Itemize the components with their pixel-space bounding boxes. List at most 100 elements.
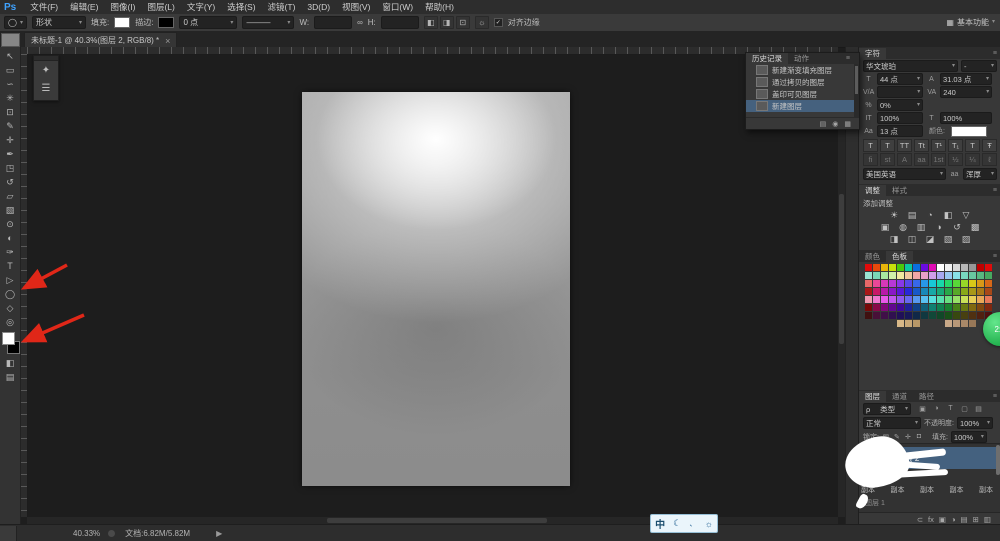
color-swatch[interactable] xyxy=(913,272,920,279)
panel-tab[interactable]: 图层 xyxy=(859,391,886,402)
tab-character[interactable]: 字符 xyxy=(859,48,886,59)
color-swatch[interactable] xyxy=(953,288,960,295)
color-swatch[interactable] xyxy=(913,296,920,303)
color-swatch[interactable] xyxy=(969,320,976,327)
history-item[interactable]: 新建渐变填充图层 xyxy=(746,64,854,76)
tool-button[interactable]: ∽ xyxy=(1,77,19,91)
color-swatch[interactable] xyxy=(953,272,960,279)
color-swatch[interactable] xyxy=(961,264,968,271)
quick-mask-icon[interactable]: ◧ xyxy=(1,356,19,370)
color-swatch[interactable] xyxy=(969,312,976,319)
adjustment-icon[interactable]: ▥ xyxy=(914,221,929,233)
panel-menu-icon[interactable]: ≡ xyxy=(846,55,859,62)
opentype-button[interactable]: ¼ xyxy=(965,153,980,166)
tool-button[interactable]: ✑ xyxy=(1,245,19,259)
color-swatch[interactable] xyxy=(889,312,896,319)
opentype-button[interactable]: st xyxy=(880,153,895,166)
color-swatch[interactable] xyxy=(865,288,872,295)
tool-button[interactable]: ✛ xyxy=(1,133,19,147)
color-swatch[interactable] xyxy=(889,272,896,279)
scrollbar-thumb[interactable] xyxy=(855,66,858,94)
text-color-swatch[interactable] xyxy=(951,126,987,137)
panel-tab[interactable]: 调整 xyxy=(859,185,886,196)
color-swatch[interactable] xyxy=(953,320,960,327)
color-swatch[interactable] xyxy=(921,264,928,271)
zoom-level[interactable]: 40.33% xyxy=(73,529,100,538)
color-swatch[interactable] xyxy=(945,296,952,303)
opentype-button[interactable]: A xyxy=(897,153,912,166)
color-swatch[interactable] xyxy=(929,288,936,295)
canvas-area[interactable] xyxy=(27,54,838,517)
gear-icon[interactable]: ☼ xyxy=(475,16,489,29)
screen-mode-icon[interactable]: ▤ xyxy=(1,370,19,384)
toolbar-dock-handle[interactable] xyxy=(1,33,20,47)
color-swatch[interactable] xyxy=(921,272,928,279)
color-swatch[interactable] xyxy=(921,280,928,287)
layer-fill-field[interactable]: 100%▾ xyxy=(951,431,987,443)
color-swatch[interactable] xyxy=(961,312,968,319)
color-swatch[interactable] xyxy=(865,280,872,287)
document-canvas[interactable] xyxy=(302,92,570,486)
color-swatch[interactable] xyxy=(961,320,968,327)
menu-item[interactable]: 文字(Y) xyxy=(181,0,221,14)
adjustment-icon[interactable]: ☀ xyxy=(887,209,902,221)
color-swatch[interactable] xyxy=(929,304,936,311)
opentype-button[interactable]: aa xyxy=(914,153,929,166)
tool-button[interactable]: ✳ xyxy=(1,91,19,105)
color-swatch[interactable] xyxy=(897,280,904,287)
color-swatch[interactable] xyxy=(889,296,896,303)
type-style-button[interactable]: T¹ xyxy=(931,139,946,152)
color-swatch[interactable] xyxy=(937,304,944,311)
color-swatch[interactable] xyxy=(897,264,904,271)
color-swatch[interactable] xyxy=(961,280,968,287)
color-swatch[interactable] xyxy=(905,312,912,319)
color-swatch[interactable] xyxy=(945,312,952,319)
tool-button[interactable]: ⊙ xyxy=(1,217,19,231)
vertical-scale-field[interactable]: 100% xyxy=(877,112,923,124)
history-footer-icon[interactable]: ▦ xyxy=(844,120,851,128)
layer-filter-icon[interactable]: T xyxy=(945,405,956,413)
tool-button[interactable]: T xyxy=(1,259,19,273)
color-swatch[interactable] xyxy=(913,304,920,311)
color-swatch[interactable] xyxy=(945,320,952,327)
menu-item[interactable]: 编辑(E) xyxy=(64,0,104,14)
color-swatch[interactable] xyxy=(897,272,904,279)
color-swatch[interactable] xyxy=(929,312,936,319)
antialias-select[interactable]: 浑厚▾ xyxy=(963,168,997,180)
tool-button[interactable]: ▭ xyxy=(1,63,19,77)
color-swatch[interactable] xyxy=(953,304,960,311)
menu-item[interactable]: 滤镜(T) xyxy=(262,0,302,14)
color-swatch[interactable] xyxy=(865,272,872,279)
color-swatch[interactable] xyxy=(905,304,912,311)
proportional-spacing-field[interactable]: 0%▾ xyxy=(877,99,923,111)
color-swatch[interactable] xyxy=(969,264,976,271)
opacity-field[interactable]: 100%▾ xyxy=(957,417,993,429)
close-icon[interactable]: × xyxy=(165,36,170,46)
color-swatch[interactable] xyxy=(905,272,912,279)
color-swatch[interactable] xyxy=(929,296,936,303)
type-style-button[interactable]: T xyxy=(863,139,878,152)
color-swatch[interactable] xyxy=(985,280,992,287)
color-swatch[interactable] xyxy=(977,304,984,311)
color-swatch[interactable] xyxy=(945,304,952,311)
color-swatch[interactable] xyxy=(961,304,968,311)
color-swatch[interactable] xyxy=(961,296,968,303)
lock-icon[interactable]: ◘ xyxy=(915,433,923,441)
color-swatch[interactable] xyxy=(921,296,928,303)
color-swatch[interactable] xyxy=(881,288,888,295)
panel-menu-icon[interactable]: ≡ xyxy=(993,187,1000,194)
menu-item[interactable]: 图像(I) xyxy=(104,0,141,14)
opentype-button[interactable]: ½ xyxy=(948,153,963,166)
color-swatch[interactable] xyxy=(977,264,984,271)
leading-field[interactable]: 31.03 点▾ xyxy=(940,73,992,85)
color-swatch[interactable] xyxy=(985,272,992,279)
color-swatch[interactable] xyxy=(897,320,904,327)
color-swatch[interactable] xyxy=(913,312,920,319)
adjustment-icon[interactable]: ▧ xyxy=(941,233,956,245)
mini-tool-button[interactable]: ☰ xyxy=(34,79,58,97)
panel-tab[interactable]: 色板 xyxy=(886,251,913,262)
layers-footer-icon[interactable]: ◑ xyxy=(951,515,956,524)
layers-footer-icon[interactable]: fx xyxy=(928,515,934,524)
panel-menu-icon[interactable]: ≡ xyxy=(993,393,1000,400)
mini-tool-button[interactable]: ✦ xyxy=(34,61,58,79)
